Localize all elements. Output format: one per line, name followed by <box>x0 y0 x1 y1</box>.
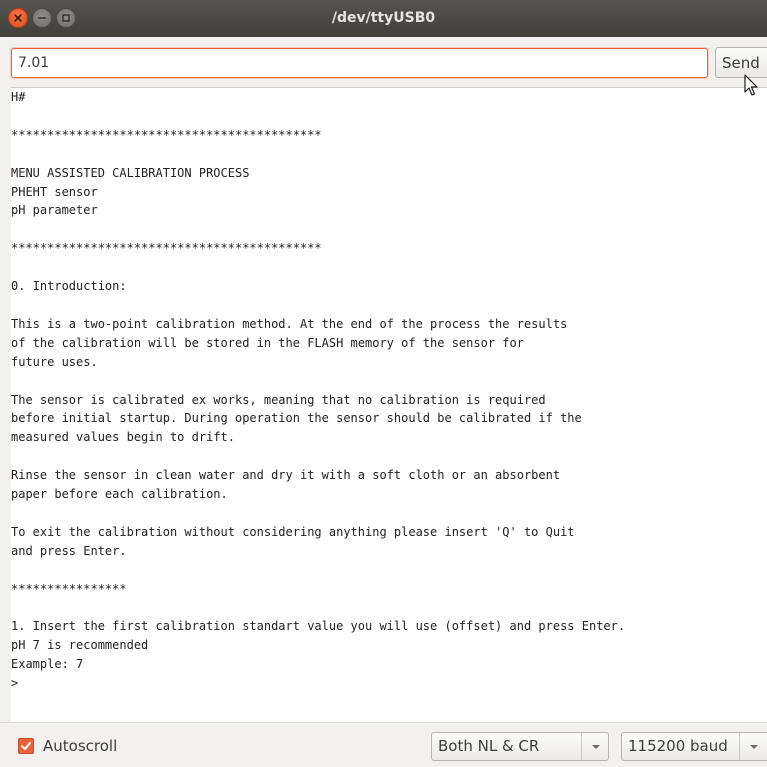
baud-rate-value: 115200 baud <box>628 737 728 755</box>
bottom-bar: Autoscroll Both NL & CR 115200 baud <box>0 722 767 767</box>
send-row: Send <box>0 37 767 87</box>
serial-monitor-window: /dev/ttyUSB0 Send H# *******************… <box>0 0 767 767</box>
line-ending-select[interactable]: Both NL & CR <box>431 732 609 761</box>
autoscroll-checkbox[interactable]: Autoscroll <box>18 737 117 755</box>
serial-output-text: H# *************************************… <box>11 90 626 691</box>
autoscroll-label: Autoscroll <box>43 737 118 755</box>
chevron-down-icon[interactable] <box>739 733 767 760</box>
send-input[interactable] <box>11 48 708 78</box>
serial-output[interactable]: H# *************************************… <box>11 87 767 722</box>
chevron-down-icon[interactable] <box>581 733 610 760</box>
baud-rate-select[interactable]: 115200 baud <box>621 732 767 761</box>
line-ending-value: Both NL & CR <box>438 737 540 755</box>
checkbox-checked-icon[interactable] <box>18 738 34 754</box>
left-gutter <box>0 87 11 722</box>
send-button[interactable]: Send <box>715 47 767 78</box>
window-title: /dev/ttyUSB0 <box>331 10 436 26</box>
title-bar[interactable]: /dev/ttyUSB0 <box>0 0 767 38</box>
